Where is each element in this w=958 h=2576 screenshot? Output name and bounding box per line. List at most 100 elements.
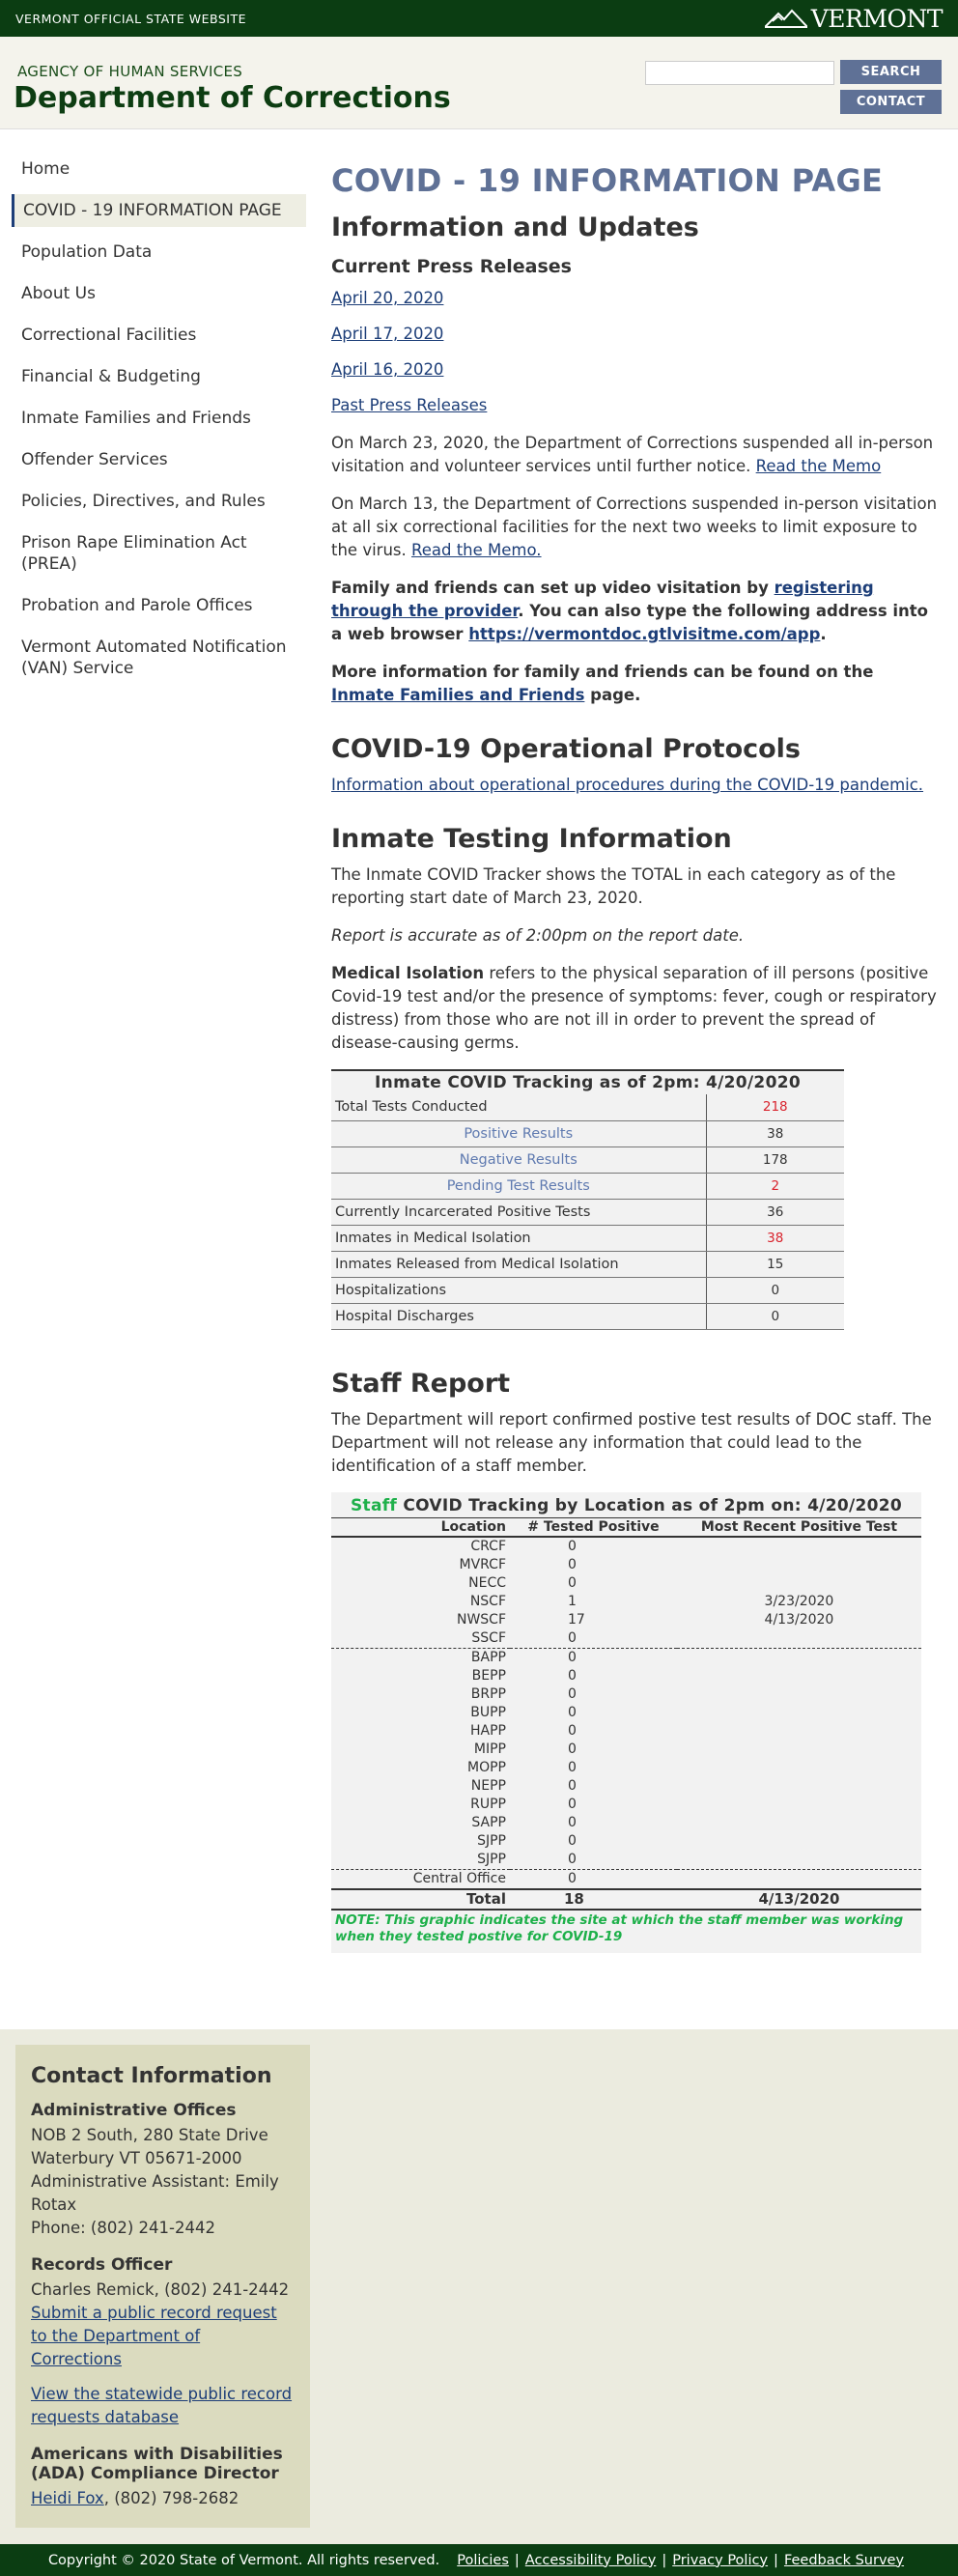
protocols-heading: COVID-19 Operational Protocols [331,734,801,764]
staff-cell-loc: HAPP [470,1722,506,1739]
staff-cell-num: 0 [568,1538,577,1554]
isolation-definition: Medical Isolation refers to the physical… [331,964,937,1052]
staff-cell-num: 0 [568,1629,577,1646]
site-header: AGENCY OF HUMAN SERVICES Department of C… [0,37,958,129]
records-officer-line: Charles Remick, (802) 241-2442 [31,2280,290,2299]
sidebar-item-inmate-families[interactable]: Inmate Families and Friends [12,402,306,435]
gtl-visitme-link[interactable]: https://vermontdoc.gtlvisitme.com/app [468,625,820,643]
department-title[interactable]: Department of Corrections [14,81,451,115]
public-record-database-link[interactable]: View the statewide public record request… [31,2385,292,2426]
staff-cell-loc: BRPP [470,1685,506,1702]
video-visitation-text: Family and friends can set up video visi… [331,579,929,643]
press-link-apr16[interactable]: April 16, 2020 [331,360,940,379]
search-button[interactable]: SEARCH [840,60,942,84]
staff-cell-loc: RUPP [470,1796,506,1812]
main-content: COVID - 19 INFORMATION PAGE Information … [331,162,940,2011]
staff-cell-recent [677,1685,921,1704]
press-link-apr17[interactable]: April 17, 2020 [331,325,940,343]
staff-cell-loc: SJPP [477,1832,506,1849]
staff-cell-recent [677,1777,921,1796]
family-info-text: More information for family and friends … [331,663,874,704]
table-row: SAPP 0 [331,1814,921,1832]
staff-cell-recent [677,1814,921,1832]
press-link-apr20[interactable]: April 20, 2020 [331,289,940,307]
sidebar-item-about-us[interactable]: About Us [12,277,306,310]
inmate-families-link[interactable]: Inmate Families and Friends [331,686,584,704]
read-memo-link-1[interactable]: Read the Memo [756,457,882,475]
staff-tracking-table: Location # Tested Positive Most Recent P… [331,1517,921,1911]
sidebar-item-policies[interactable]: Policies, Directives, and Rules [12,485,306,518]
admin-address-line: NOB 2 South, 280 State Drive [31,2126,268,2144]
staff-cell-num: 0 [568,1796,577,1812]
updates-heading: Information and Updates [331,212,699,242]
footer-link-feedback[interactable]: Feedback Survey [784,2553,904,2568]
table-row: BAPP 0 [331,1647,921,1667]
admin-phone-line: Phone: (802) 241-2442 [31,2219,215,2237]
staff-cell-num: 0 [568,1722,577,1739]
staff-cell-loc: Central Office [331,1868,510,1889]
past-press-releases-link[interactable]: Past Press Releases [331,396,940,414]
footer-link-accessibility[interactable]: Accessibility Policy [525,2553,657,2568]
table-row: SJPP 0 [331,1851,921,1870]
official-site-label: VERMONT OFFICIAL STATE WEBSITE [15,11,246,26]
staff-cell-num: 0 [568,1777,577,1794]
staff-cell-loc: NSCF [469,1593,506,1609]
footer-link-privacy[interactable]: Privacy Policy [672,2553,768,2568]
staff-cell-num: 1 [568,1593,577,1609]
table-row: MOPP 0 [331,1759,921,1777]
testing-heading: Inmate Testing Information [331,824,732,854]
staff-cell-recent [677,1537,921,1556]
staff-cell-num: 0 [568,1814,577,1830]
staff-cell-recent [677,1759,921,1777]
sidebar-item-van-service[interactable]: Vermont Automated Notification (VAN) Ser… [12,631,306,685]
table-row: Pending Test Results 2 [331,1173,844,1200]
sidebar-item-covid[interactable]: COVID - 19 INFORMATION PAGE [12,194,306,227]
table-row: NWSCF 17 4/13/2020 [331,1611,921,1629]
staff-cell-num: 0 [568,1759,577,1775]
staff-cell-recent [676,1868,921,1889]
staff-cell-loc: NWSCF [456,1611,506,1628]
accuracy-note: Report is accurate as of 2:00pm on the r… [331,926,745,945]
staff-cell-recent [677,1556,921,1574]
search-input[interactable] [645,61,834,85]
public-record-request-link[interactable]: Submit a public record request to the De… [31,2304,277,2368]
ada-director-link[interactable]: Heidi Fox [31,2489,104,2507]
table-row: Inmates Released from Medical Isolation 1… [331,1251,844,1278]
staff-tracking-panel: Staff COVID Tracking by Location as of 2… [331,1491,921,1953]
read-memo-link-2[interactable]: Read the Memo. [411,541,542,559]
sidebar-item-correctional-facilities[interactable]: Correctional Facilities [12,319,306,352]
sidebar-item-offender-services[interactable]: Offender Services [12,443,306,476]
inmate-table-caption: Inmate COVID Tracking as of 2pm: 4/20/20… [331,1069,844,1094]
sidebar-item-population-data[interactable]: Population Data [12,236,306,269]
staff-cell-num: 0 [568,1685,577,1702]
column-header-tested: # Tested Positive [510,1517,677,1538]
staff-total-loc: Total [331,1887,510,1911]
staff-cell-loc: SSCF [471,1629,506,1646]
staff-cell-num: 0 [568,1574,577,1591]
staff-cell-recent [677,1796,921,1814]
sidebar-item-prea[interactable]: Prison Rape Elimination Act (PREA) [12,526,306,580]
table-row: NSCF 1 3/23/2020 [331,1593,921,1611]
protocols-link[interactable]: Information about operational procedures… [331,776,923,794]
staff-cell-recent [677,1667,921,1685]
table-row: Currently Incarcerated Positive Tests 36 [331,1199,844,1226]
staff-cell-loc: BAPP [331,1647,510,1667]
vermont-logo[interactable]: VERMONT [764,5,944,33]
table-row: SSCF 0 [331,1629,921,1649]
sidebar-item-home[interactable]: Home [12,153,306,185]
table-row: Hospital Discharges 0 [331,1303,844,1330]
admin-offices-heading: Administrative Offices [31,2101,237,2120]
staff-cell-recent [677,1574,921,1593]
staff-cell-num: 0 [568,1667,577,1684]
staff-table-note: NOTE: This graphic indicates the site at… [335,1911,904,1944]
footer-link-policies[interactable]: Policies [457,2553,509,2568]
contact-button[interactable]: CONTACT [840,90,942,114]
admin-assistant-line: Administrative Assistant: Emily Rotax [31,2172,279,2214]
sidebar-item-financial-budgeting[interactable]: Financial & Budgeting [12,360,306,393]
total-row: Total 18 4/13/2020 [331,1887,921,1911]
visitation-suspension-text: On March 23, 2020, the Department of Cor… [331,434,934,475]
testing-description: The Inmate COVID Tracker shows the TOTAL… [331,865,896,907]
agency-name[interactable]: AGENCY OF HUMAN SERVICES [17,63,242,80]
sidebar-item-probation-parole[interactable]: Probation and Parole Offices [12,589,306,622]
staff-cell-num: 0 [510,1647,677,1667]
